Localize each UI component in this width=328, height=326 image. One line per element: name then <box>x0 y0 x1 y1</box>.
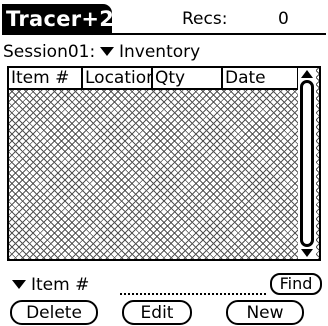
triangle-down-icon <box>100 47 114 56</box>
find-button[interactable]: Find <box>270 273 322 295</box>
app-title[interactable]: Tracer+2 <box>2 4 114 34</box>
column-header-location: Location <box>83 68 153 90</box>
new-button[interactable]: New <box>226 300 304 325</box>
title-bar-rule <box>2 33 326 35</box>
delete-button[interactable]: Delete <box>10 300 98 325</box>
search-input[interactable] <box>120 275 266 295</box>
arrow-down-icon[interactable] <box>301 249 313 257</box>
selected-view: Inventory <box>119 42 201 62</box>
scroll-thumb[interactable] <box>300 80 314 247</box>
column-header-item: Item # <box>9 68 83 90</box>
header-divider <box>9 88 299 90</box>
column-header-date: Date <box>223 68 299 90</box>
search-field-label: Item # <box>31 275 90 295</box>
records-count: 0 <box>278 9 289 29</box>
edit-button[interactable]: Edit <box>122 300 192 325</box>
arrow-up-icon[interactable] <box>301 70 313 78</box>
records-label: Recs: <box>182 9 228 29</box>
triangle-down-icon <box>12 280 26 289</box>
column-header-qty: Qty <box>153 68 223 90</box>
table-scrollbar[interactable] <box>298 68 316 259</box>
records-table[interactable]: Item # Location Qty Date <box>7 66 321 261</box>
session-label: Session01: <box>3 42 96 62</box>
